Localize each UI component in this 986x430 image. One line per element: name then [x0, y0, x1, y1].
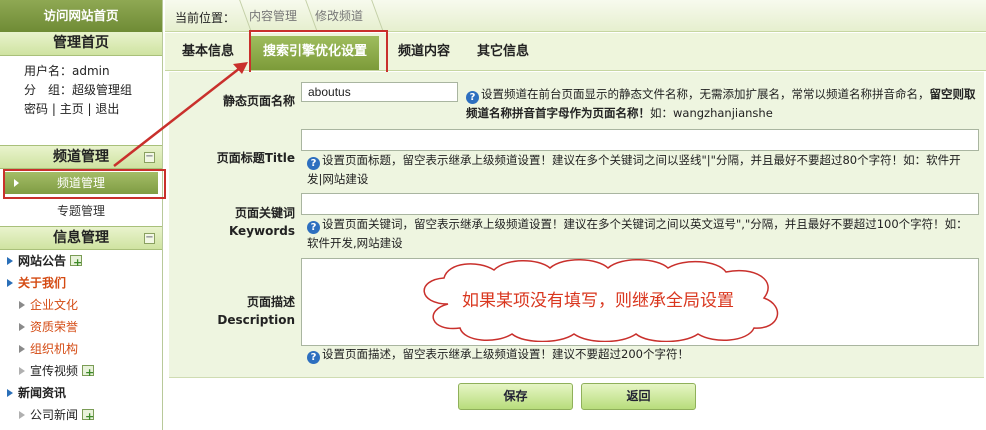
help-icon: ?: [307, 221, 320, 234]
help-text: 设置页面关键词，留空表示继承上级频道设置！建议在多个关键词之间以英文逗号","分…: [307, 217, 968, 250]
breadcrumb-separator: [371, 0, 381, 32]
username-row: 用户名：admin: [24, 62, 162, 81]
add-item-icon[interactable]: [82, 406, 94, 428]
static-name-input[interactable]: [301, 82, 458, 102]
tree-item-label[interactable]: 企业文化: [30, 298, 78, 312]
tree-arrow-icon[interactable]: [19, 411, 25, 419]
breadcrumb-item-content[interactable]: 内容管理: [239, 0, 297, 32]
info-section-header[interactable]: 信息管理 −: [0, 226, 162, 250]
keywords-help: ? 设置页面关键词，留空表示继承上级频道设置！建议在多个关键词之间以英文逗号","…: [307, 215, 972, 252]
help-text-example: 如：wangzhanjianshe: [650, 106, 773, 120]
description-label-en: Description: [217, 313, 295, 327]
tab-channel-content[interactable]: 频道内容: [398, 33, 450, 70]
help-text: 设置页面描述，留空表示继承上级频道设置！建议不要超过200个字符！: [322, 347, 689, 361]
help-icon: ?: [466, 91, 479, 104]
callout-cloud: 如果某项没有填写，则继承全局设置: [408, 258, 788, 342]
tree-item-label[interactable]: 公司新闻: [30, 408, 78, 422]
keywords-label-en: Keywords: [228, 224, 295, 238]
static-name-label: 静态页面名称: [222, 94, 295, 108]
password-link[interactable]: 密码: [24, 102, 48, 116]
tree-item-label[interactable]: 新闻资讯: [18, 386, 66, 400]
tree-arrow-icon[interactable]: [19, 367, 25, 375]
tree-item-label[interactable]: 网站公告: [18, 254, 66, 268]
keywords-input[interactable]: [301, 193, 979, 215]
page-title-label-en: Title: [264, 151, 295, 165]
callout-text: 如果某项没有填写，则继承全局设置: [462, 291, 734, 311]
channel-section-title: 频道管理: [53, 149, 109, 165]
group-label: 分 组：: [24, 83, 73, 97]
category-tree: 网站公告关于我们企业文化资质荣誉组织机构宣传视频新闻资讯公司新闻: [0, 250, 162, 428]
homepage-link[interactable]: 主页: [60, 102, 84, 116]
tree-arrow-icon[interactable]: [19, 301, 25, 309]
add-item-icon[interactable]: [82, 362, 94, 384]
page-title-label: 页面标题Title: [199, 150, 295, 166]
sidebar-item-topic-manage[interactable]: 专题管理: [0, 199, 162, 223]
tree-arrow-icon[interactable]: [7, 279, 13, 287]
tree-item-label[interactable]: 宣传视频: [30, 364, 78, 378]
tree-item[interactable]: 网站公告: [6, 250, 162, 274]
visit-site-home-link[interactable]: 访问网站首页: [0, 0, 162, 32]
description-help: ? 设置页面描述，留空表示继承上级频道设置！建议不要超过200个字符！: [307, 345, 972, 364]
tree-item[interactable]: 公司新闻: [6, 404, 162, 428]
info-section-title: 信息管理: [53, 230, 109, 246]
help-text: 设置页面标题，留空表示继承上级频道设置！建议在多个关键词之间以竖线"|"分隔，并…: [307, 153, 961, 186]
tree-item[interactable]: 组织机构: [6, 338, 162, 360]
username-value: admin: [72, 64, 110, 78]
help-text: 设置频道在前台页面显示的静态文件名称，无需添加扩展名，常常以频道名称拼音命名，: [481, 87, 930, 101]
collapse-icon[interactable]: −: [144, 152, 155, 163]
tree-item[interactable]: 关于我们: [6, 272, 162, 294]
breadcrumb: 当前位置： 内容管理 修改频道: [165, 0, 986, 32]
page: 访问网站首页 管理首页 用户名：admin 分 组：超级管理组 密码 | 主页 …: [0, 0, 986, 430]
tree-item[interactable]: 宣传视频: [6, 360, 162, 384]
static-name-help: ? 设置频道在前台页面显示的静态文件名称，无需添加扩展名，常常以频道名称拼音命名，…: [466, 85, 976, 122]
group-value: 超级管理组: [72, 83, 133, 97]
save-button[interactable]: 保存: [458, 383, 573, 410]
tree-item-label[interactable]: 资质荣誉: [30, 320, 78, 334]
help-icon: ?: [307, 351, 320, 364]
manage-home-header[interactable]: 管理首页: [0, 32, 162, 56]
sidebar: 访问网站首页 管理首页 用户名：admin 分 组：超级管理组 密码 | 主页 …: [0, 0, 166, 430]
logout-link[interactable]: 退出: [95, 102, 119, 116]
keywords-label-cn: 页面关键词: [234, 206, 295, 220]
description-label-cn: 页面描述: [246, 295, 295, 309]
collapse-icon[interactable]: −: [144, 233, 155, 244]
username-label: 用户名：: [24, 64, 73, 78]
tree-item[interactable]: 企业文化: [6, 294, 162, 316]
tree-arrow-icon[interactable]: [7, 389, 13, 397]
page-title-input[interactable]: [301, 129, 979, 151]
tab-other-info[interactable]: 其它信息: [477, 33, 529, 70]
channel-section-header[interactable]: 频道管理 −: [0, 145, 162, 169]
keywords-label: 页面关键词 Keywords: [199, 205, 295, 239]
tree-arrow-icon[interactable]: [19, 345, 25, 353]
page-title-label-cn: 页面标题: [216, 151, 265, 165]
add-item-icon[interactable]: [70, 252, 82, 274]
tree-item-label[interactable]: 组织机构: [30, 342, 78, 356]
highlight-box-seo-tab: [249, 30, 388, 74]
tab-basic-info[interactable]: 基本信息: [182, 33, 234, 70]
tree-item[interactable]: 资质荣誉: [6, 316, 162, 338]
tree-arrow-icon[interactable]: [19, 323, 25, 331]
back-button[interactable]: 返回: [581, 383, 696, 410]
breadcrumb-label: 当前位置：: [175, 11, 236, 25]
page-title-help: ? 设置页面标题，留空表示继承上级频道设置！建议在多个关键词之间以竖线"|"分隔，…: [307, 151, 972, 188]
help-icon: ?: [307, 157, 320, 170]
tree-item[interactable]: 新闻资讯: [6, 382, 162, 404]
breadcrumb-item-edit-channel[interactable]: 修改频道: [305, 0, 363, 32]
description-label: 页面描述 Description: [199, 294, 295, 328]
tree-arrow-icon[interactable]: [7, 257, 13, 265]
tree-item-label[interactable]: 关于我们: [18, 276, 66, 290]
user-links: 密码 | 主页 | 退出: [24, 102, 120, 116]
group-row: 分 组：超级管理组: [24, 81, 162, 100]
highlight-box-channel: [3, 169, 166, 199]
